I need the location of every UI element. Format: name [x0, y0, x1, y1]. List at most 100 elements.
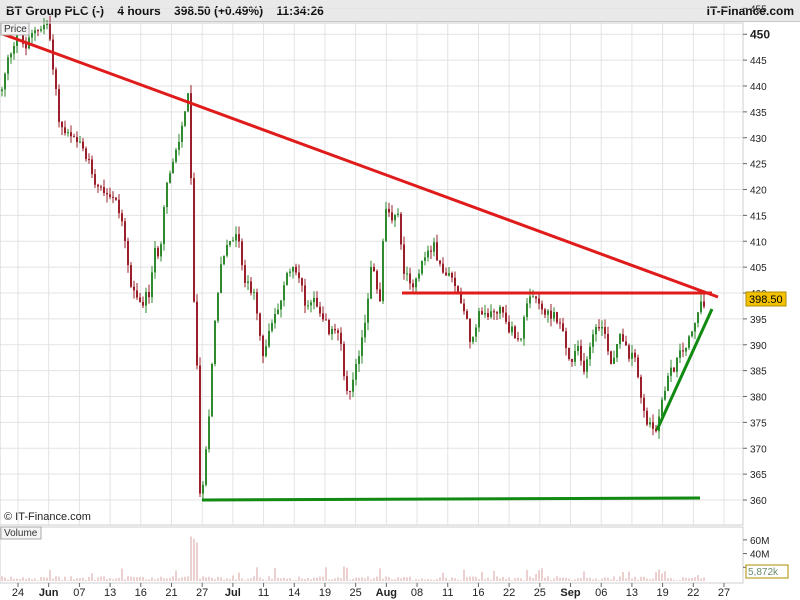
current-price-value: 398.50	[749, 294, 783, 306]
candle-body	[166, 182, 168, 208]
candle-body	[367, 298, 369, 323]
candle-body	[412, 283, 414, 288]
copyright-text: © IT-Finance.com	[4, 511, 91, 523]
candle-body	[532, 296, 534, 298]
candle-body	[262, 335, 264, 357]
x-tick-label: 06	[595, 587, 607, 599]
x-tick-label: 08	[411, 587, 423, 599]
candle-body	[622, 334, 624, 342]
candle-body	[112, 196, 114, 198]
candle-body	[118, 199, 120, 214]
candle-body	[538, 298, 540, 304]
candle-body	[61, 121, 63, 128]
candle-body	[25, 43, 27, 49]
volume-panel-label: Volume	[4, 528, 38, 539]
candle-body	[256, 292, 258, 314]
candle-body	[301, 278, 303, 286]
candle-body	[106, 193, 108, 195]
candle-body	[121, 213, 123, 222]
candle-body	[325, 319, 327, 321]
candle-body	[289, 271, 291, 273]
candle-body	[178, 141, 180, 150]
candle-body	[160, 244, 162, 257]
x-tick-label: 22	[687, 587, 699, 599]
candle-body	[514, 326, 516, 339]
candle-body	[235, 234, 237, 241]
candle-body	[70, 132, 72, 137]
candle-body	[616, 343, 618, 358]
candle-body	[280, 300, 282, 310]
candle-body	[550, 310, 552, 319]
candle-body	[85, 148, 87, 160]
volume-tick-label: 60M	[750, 536, 769, 547]
candle-body	[343, 343, 345, 377]
candle-body	[49, 23, 51, 40]
candle-body	[238, 234, 240, 242]
candle-body	[358, 356, 360, 365]
candle-body	[469, 318, 471, 342]
candle-body	[337, 330, 339, 333]
candle-body	[31, 33, 33, 38]
candle-body	[442, 263, 444, 273]
candle-body	[430, 250, 432, 252]
x-tick-label: 25	[534, 587, 546, 599]
candle-body	[535, 296, 537, 299]
x-tick-label: 27	[196, 587, 208, 599]
candle-body	[274, 313, 276, 324]
y-tick-label: 415	[750, 211, 767, 222]
candle-body	[184, 111, 186, 126]
candle-body	[172, 161, 174, 174]
candle-body	[340, 332, 342, 344]
candle-body	[610, 351, 612, 364]
x-tick-label: Aug	[376, 587, 397, 599]
candle-body	[607, 333, 609, 352]
candle-body	[1, 89, 3, 92]
candle-body	[574, 351, 576, 362]
candle-body	[202, 484, 204, 494]
candle-body	[598, 327, 600, 329]
y-tick-label: 420	[750, 186, 767, 197]
candle-body	[79, 141, 81, 143]
candle-body	[418, 273, 420, 279]
candle-body	[157, 247, 159, 257]
candle-body	[55, 69, 57, 90]
candle-body	[565, 331, 567, 348]
candle-body	[511, 326, 513, 333]
candle-body	[136, 290, 138, 298]
candle-body	[571, 359, 573, 362]
candle-body	[217, 292, 219, 321]
current-price-tag: 398.50	[745, 291, 787, 307]
candle-body	[637, 357, 639, 378]
candle-body	[232, 240, 234, 242]
volume-tick-label: 40M	[750, 550, 769, 561]
candle-body	[250, 281, 252, 293]
candle-body	[415, 278, 417, 288]
x-tick-label: 11	[442, 587, 453, 599]
candle-body	[379, 289, 381, 302]
candle-body	[175, 149, 177, 162]
candle-body	[394, 215, 396, 221]
candle-body	[451, 273, 453, 278]
candle-body	[580, 345, 582, 361]
candle-body	[97, 184, 99, 187]
candle-body	[523, 317, 525, 339]
candle-body	[625, 341, 627, 346]
candle-body	[139, 297, 141, 302]
candle-body	[292, 266, 294, 272]
candle-body	[409, 273, 411, 284]
candle-body	[142, 301, 144, 306]
y-tick-label: 445	[750, 56, 767, 67]
candle-body	[472, 336, 474, 342]
candle-body	[10, 53, 12, 58]
candle-body	[601, 327, 603, 329]
candle-body	[484, 313, 486, 315]
candle-body	[502, 306, 504, 313]
candle-body	[466, 311, 468, 319]
chart-canvas[interactable]: 3603653703753803853903954004054104154204…	[0, 0, 800, 600]
y-tick-label: 440	[750, 82, 767, 93]
candle-body	[328, 320, 330, 335]
y-tick-label: 430	[750, 134, 767, 145]
time-axis: 24 Jun 07 13 16 21 27 Jul 11 14 19 25 Aug 08 11 16 22 25 S…	[12, 583, 730, 599]
price-axis: 3603653703753803853903954004054104154204…	[743, 4, 770, 507]
candle-body	[46, 23, 48, 26]
